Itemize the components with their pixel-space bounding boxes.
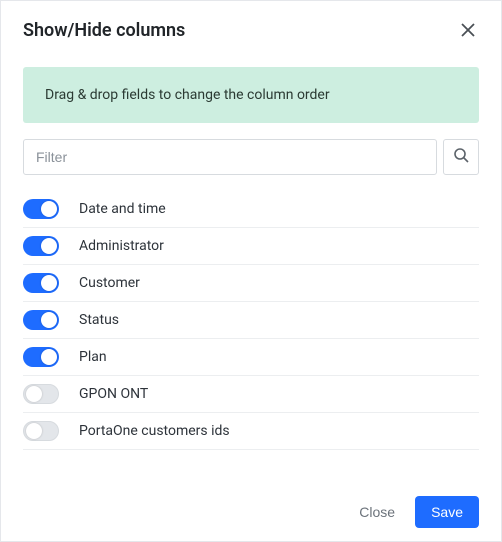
- column-label: Customer: [79, 275, 140, 291]
- column-toggle[interactable]: [23, 384, 59, 404]
- column-toggle[interactable]: [23, 421, 59, 441]
- close-button[interactable]: Close: [353, 496, 401, 528]
- search-icon: [453, 147, 469, 167]
- column-toggle[interactable]: [23, 310, 59, 330]
- column-row[interactable]: PortaOne customers ids: [23, 413, 479, 450]
- column-label: GPON ONT: [79, 386, 148, 402]
- column-label: Status: [79, 312, 119, 328]
- filter-input[interactable]: [23, 139, 437, 175]
- dialog-title: Show/Hide columns: [23, 20, 185, 41]
- column-label: Administrator: [79, 238, 164, 254]
- dialog-footer: Close Save: [1, 483, 501, 541]
- column-row[interactable]: Status: [23, 302, 479, 339]
- column-label: Date and time: [79, 201, 166, 217]
- column-list: Date and time Administrator Customer Status…: [23, 191, 479, 450]
- search-button[interactable]: [443, 139, 479, 175]
- hint-banner: Drag & drop fields to change the column …: [23, 67, 479, 123]
- save-button[interactable]: Save: [415, 496, 479, 528]
- close-icon[interactable]: [457, 19, 479, 41]
- dialog-body: Drag & drop fields to change the column …: [1, 53, 501, 483]
- column-toggle[interactable]: [23, 199, 59, 219]
- column-row[interactable]: Date and time: [23, 191, 479, 228]
- column-toggle[interactable]: [23, 347, 59, 367]
- column-label: PortaOne customers ids: [79, 423, 230, 439]
- column-row[interactable]: Administrator: [23, 228, 479, 265]
- column-row[interactable]: Plan: [23, 339, 479, 376]
- column-row[interactable]: Customer: [23, 265, 479, 302]
- column-label: Plan: [79, 349, 107, 365]
- column-toggle[interactable]: [23, 236, 59, 256]
- column-toggle[interactable]: [23, 273, 59, 293]
- column-row[interactable]: GPON ONT: [23, 376, 479, 413]
